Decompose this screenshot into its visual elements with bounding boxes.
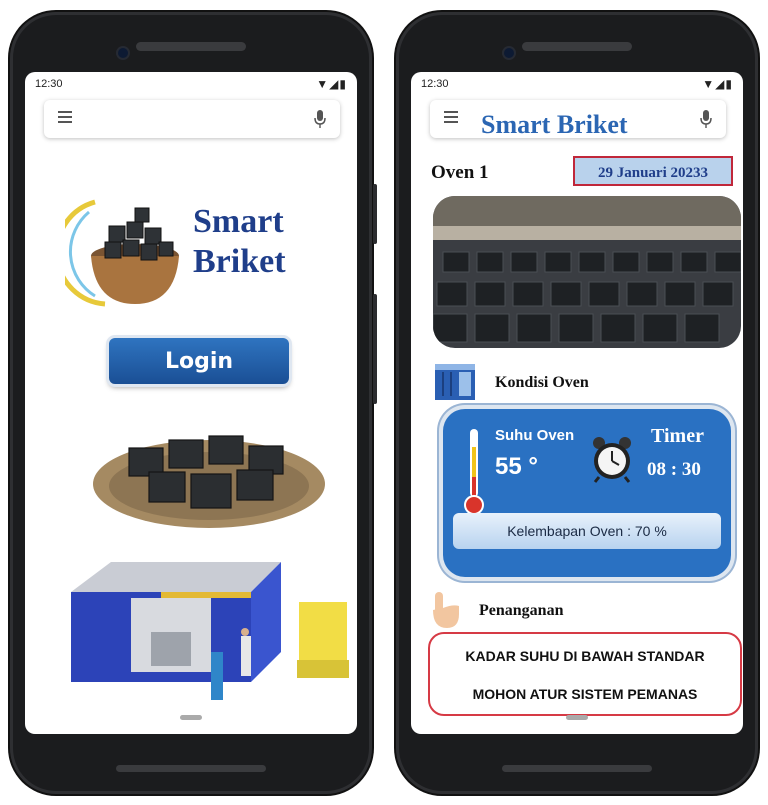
mic-icon[interactable] bbox=[700, 109, 712, 129]
home-indicator[interactable] bbox=[180, 715, 202, 720]
bottom-speaker bbox=[502, 765, 652, 772]
screen-dashboard: 12:30 ▼◢▮ Smart Briket Oven 1 29 Januari… bbox=[411, 72, 743, 734]
timer-label: Timer bbox=[651, 425, 704, 447]
logo-text: Smart Briket bbox=[193, 202, 323, 282]
status-time: 12:30 bbox=[35, 78, 63, 90]
oven-name: Oven 1 bbox=[431, 162, 489, 183]
alarm-clock-icon bbox=[593, 437, 631, 483]
front-camera bbox=[118, 48, 128, 58]
date-badge: 29 Januari 20233 bbox=[573, 156, 733, 186]
logo-text-line2: Briket bbox=[193, 243, 286, 280]
phone-frame-left: 12:30 ▼◢▮ Smart Briket Login bbox=[10, 12, 377, 794]
earpiece-speaker bbox=[136, 42, 246, 51]
front-camera bbox=[504, 48, 514, 58]
logo-text-line1: Smart bbox=[193, 203, 284, 240]
signal-battery-icon: ▼◢▮ bbox=[316, 77, 347, 91]
volume-button bbox=[373, 294, 377, 404]
oven-icon bbox=[435, 364, 475, 400]
bottom-speaker bbox=[116, 765, 266, 772]
hand-pointer-icon bbox=[433, 592, 459, 628]
alert-line-2: MOHON ATUR SISTEM PEMANAS bbox=[472, 686, 698, 702]
mic-icon[interactable] bbox=[314, 109, 326, 129]
industrial-oven-image bbox=[71, 562, 349, 700]
charcoal-briquettes-image bbox=[93, 435, 325, 528]
screen-login: 12:30 ▼◢▮ Smart Briket Login bbox=[25, 72, 357, 734]
alert-box: KADAR SUHU DI BAWAH STANDAR MOHON ATUR S… bbox=[428, 632, 742, 716]
status-bar: 12:30 ▼◢▮ bbox=[421, 76, 733, 92]
earpiece-speaker bbox=[522, 42, 632, 51]
status-bar: 12:30 ▼◢▮ bbox=[35, 76, 347, 92]
login-button[interactable]: Login bbox=[109, 338, 289, 384]
handling-label: Penanganan bbox=[479, 602, 564, 619]
briquette-bowl-icon bbox=[54, 199, 179, 307]
signal-battery-icon: ▼◢▮ bbox=[702, 77, 733, 91]
alert-line-1: KADAR SUHU DI BAWAH STANDAR bbox=[465, 648, 705, 664]
phone-frame-right: 12:30 ▼◢▮ Smart Briket Oven 1 29 Januari… bbox=[396, 12, 758, 794]
status-time: 12:30 bbox=[421, 78, 449, 90]
temperature-value: 55 ° bbox=[495, 453, 538, 480]
thermometer-icon bbox=[464, 429, 484, 515]
menu-icon[interactable] bbox=[58, 111, 72, 113]
app-title: Smart Briket bbox=[481, 110, 628, 139]
power-button bbox=[373, 184, 377, 244]
oven-status-card: Suhu Oven 55 ° Timer 08 : 30 Kelembapan … bbox=[443, 409, 731, 577]
humidity-readout: Kelembapan Oven : 70 % bbox=[453, 513, 721, 549]
menu-icon[interactable] bbox=[444, 111, 458, 113]
app-logo: Smart Briket bbox=[54, 192, 305, 312]
oven-condition-label: Kondisi Oven bbox=[495, 374, 589, 391]
timer-value: 08 : 30 bbox=[647, 459, 701, 480]
home-indicator[interactable] bbox=[566, 715, 588, 720]
oven-condition-header: Kondisi Oven bbox=[433, 362, 733, 402]
briquette-drying-photo bbox=[433, 196, 741, 348]
temperature-label: Suhu Oven bbox=[495, 427, 575, 444]
handling-header: Penanganan bbox=[431, 590, 731, 630]
search-bar[interactable] bbox=[44, 100, 340, 138]
